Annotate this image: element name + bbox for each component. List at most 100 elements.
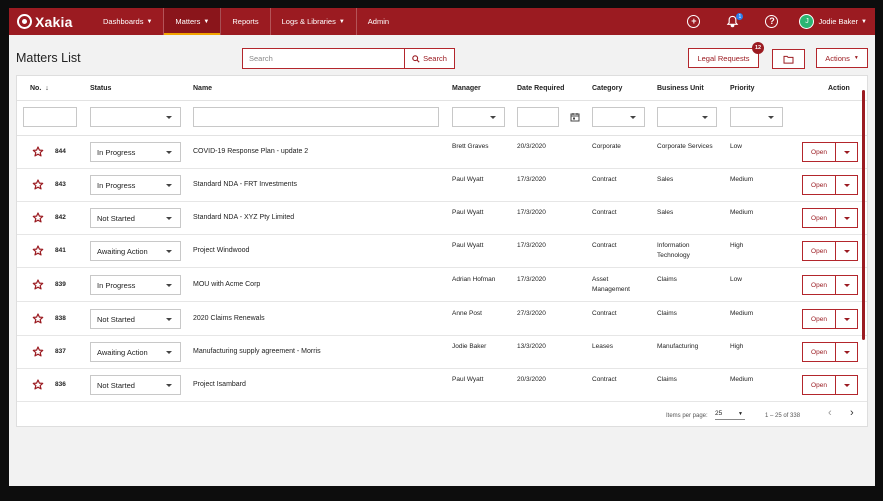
search-button[interactable]: Search bbox=[405, 48, 455, 69]
column-header-status[interactable]: Status bbox=[90, 76, 111, 100]
date-required: 13/3/2020 bbox=[517, 343, 546, 350]
filter-date-input[interactable] bbox=[517, 107, 559, 127]
table-row[interactable]: 836 Not Started Project Isambard Paul Wyatt… bbox=[17, 369, 867, 402]
help-icon[interactable]: ? bbox=[765, 15, 779, 28]
star-icon[interactable] bbox=[32, 279, 44, 291]
matter-name[interactable]: Standard NDA - XYZ Pty Limited bbox=[193, 213, 294, 223]
matter-name[interactable]: Standard NDA - FRT Investments bbox=[193, 180, 297, 190]
chevron-down-icon: ▼ bbox=[861, 18, 867, 25]
matter-name[interactable]: COVID-19 Response Plan - update 2 bbox=[193, 147, 308, 157]
matter-name[interactable]: 2020 Claims Renewals bbox=[193, 314, 265, 324]
filter-status-select[interactable] bbox=[90, 107, 181, 127]
filter-no-input[interactable] bbox=[23, 107, 77, 127]
status-select[interactable]: In Progress bbox=[90, 275, 181, 295]
chevron-left-icon[interactable]: ‹ bbox=[828, 408, 832, 419]
status-select[interactable]: Awaiting Action bbox=[90, 241, 181, 261]
status-select[interactable]: In Progress bbox=[90, 175, 181, 195]
star-icon[interactable] bbox=[32, 379, 44, 391]
star-icon[interactable] bbox=[32, 179, 44, 191]
star-icon[interactable] bbox=[32, 346, 44, 358]
add-icon[interactable]: + bbox=[687, 15, 701, 28]
star-icon[interactable] bbox=[32, 245, 44, 257]
user-menu[interactable]: J Jodie Baker ▼ bbox=[799, 14, 867, 29]
chevron-right-icon[interactable]: › bbox=[850, 408, 854, 419]
table-row[interactable]: 839 In Progress MOU with Acme Corp Adrian H… bbox=[17, 269, 867, 302]
table-row[interactable]: 841 Awaiting Action Project Windwood Paul W… bbox=[17, 235, 867, 268]
star-icon[interactable] bbox=[32, 313, 44, 325]
open-button[interactable]: Open bbox=[802, 208, 836, 228]
open-menu-chevron-icon[interactable] bbox=[836, 309, 858, 329]
main-nav: Dashboards ▼ Matters ▼ Reports Logs & Libr… bbox=[92, 8, 400, 35]
actions-button[interactable]: Actions ▼ bbox=[816, 48, 868, 68]
matter-name[interactable]: Project Windwood bbox=[193, 246, 249, 256]
scrollbar[interactable] bbox=[862, 90, 865, 340]
folder-button[interactable] bbox=[772, 49, 805, 69]
open-menu-chevron-icon[interactable] bbox=[836, 175, 858, 195]
category: Asset Management bbox=[592, 276, 630, 293]
star-icon[interactable] bbox=[32, 146, 44, 158]
nav-matters[interactable]: Matters ▼ bbox=[164, 8, 222, 35]
manager-name: Paul Wyatt bbox=[452, 176, 484, 183]
topbar-right: + 1 ? J Jodie Baker ▼ bbox=[674, 8, 867, 35]
open-menu-chevron-icon[interactable] bbox=[836, 241, 858, 261]
table-row[interactable]: 843 In Progress Standard NDA - FRT Investm… bbox=[17, 169, 867, 202]
nav-logs-libraries[interactable]: Logs & Libraries ▼ bbox=[271, 8, 357, 35]
filter-priority-select[interactable] bbox=[730, 107, 783, 127]
open-button[interactable]: Open bbox=[802, 275, 836, 295]
column-header-no[interactable]: No. ↓ bbox=[30, 76, 49, 100]
filter-business-unit-select[interactable] bbox=[657, 107, 717, 127]
open-button[interactable]: Open bbox=[802, 375, 836, 395]
matter-name[interactable]: Manufacturing supply agreement - Morris bbox=[193, 347, 321, 357]
filter-category-select[interactable] bbox=[592, 107, 645, 127]
table-row[interactable]: 842 Not Started Standard NDA - XYZ Pty Lim… bbox=[17, 202, 867, 235]
status-select[interactable]: Not Started bbox=[90, 208, 181, 228]
status-select[interactable]: Not Started bbox=[90, 375, 181, 395]
table-row[interactable]: 837 Awaiting Action Manufacturing supply a… bbox=[17, 336, 867, 369]
column-header-date-required[interactable]: Date Required bbox=[517, 76, 564, 100]
xakia-logo[interactable]: Xakia bbox=[17, 14, 87, 30]
column-header-business-unit[interactable]: Business Unit bbox=[657, 76, 704, 100]
open-menu-chevron-icon[interactable] bbox=[836, 142, 858, 162]
items-per-page-value: 25 bbox=[715, 410, 723, 417]
legal-requests-button[interactable]: Legal Requests 12 bbox=[688, 42, 764, 68]
status-value: Awaiting Action bbox=[97, 347, 148, 357]
open-button[interactable]: Open bbox=[802, 241, 836, 261]
matter-name[interactable]: Project Isambard bbox=[193, 380, 246, 390]
column-header-name[interactable]: Name bbox=[193, 76, 212, 100]
status-select[interactable]: Awaiting Action bbox=[90, 342, 181, 362]
matter-number: 837 bbox=[55, 348, 66, 355]
open-button[interactable]: Open bbox=[802, 175, 836, 195]
column-header-category[interactable]: Category bbox=[592, 76, 622, 100]
items-per-page-select[interactable]: 25 ▼ bbox=[715, 409, 745, 420]
business-unit: Manufacturing bbox=[657, 343, 699, 350]
column-header-manager[interactable]: Manager bbox=[452, 76, 481, 100]
search-icon bbox=[412, 54, 420, 63]
nav-admin[interactable]: Admin bbox=[357, 8, 400, 35]
column-header-priority[interactable]: Priority bbox=[730, 76, 755, 100]
open-menu-chevron-icon[interactable] bbox=[836, 375, 858, 395]
nav-reports[interactable]: Reports bbox=[221, 8, 271, 35]
open-button[interactable]: Open bbox=[802, 142, 836, 162]
table-row[interactable]: 844 In Progress COVID-19 Response Plan - u… bbox=[17, 136, 867, 169]
open-menu-chevron-icon[interactable] bbox=[836, 342, 858, 362]
open-menu-chevron-icon[interactable] bbox=[836, 275, 858, 295]
status-select[interactable]: Not Started bbox=[90, 309, 181, 329]
open-button[interactable]: Open bbox=[802, 342, 836, 362]
status-select[interactable]: In Progress bbox=[90, 142, 181, 162]
search-input[interactable] bbox=[242, 48, 405, 69]
business-unit: Sales bbox=[657, 176, 674, 183]
calendar-icon[interactable] bbox=[570, 112, 580, 122]
open-label: Open bbox=[811, 181, 827, 189]
manager-name: Brett Graves bbox=[452, 143, 489, 150]
table-row[interactable]: 838 Not Started 2020 Claims Renewals Anne P… bbox=[17, 303, 867, 336]
star-icon[interactable] bbox=[32, 212, 44, 224]
open-menu-chevron-icon[interactable] bbox=[836, 208, 858, 228]
open-button[interactable]: Open bbox=[802, 309, 836, 329]
nav-logs-label: Logs & Libraries bbox=[281, 17, 336, 26]
matter-number: 838 bbox=[55, 315, 66, 322]
notifications-bell-icon[interactable]: 1 bbox=[726, 13, 744, 28]
filter-manager-select[interactable] bbox=[452, 107, 505, 127]
nav-dashboards[interactable]: Dashboards ▼ bbox=[92, 8, 165, 35]
filter-name-input[interactable] bbox=[193, 107, 439, 127]
matter-name[interactable]: MOU with Acme Corp bbox=[193, 280, 260, 290]
